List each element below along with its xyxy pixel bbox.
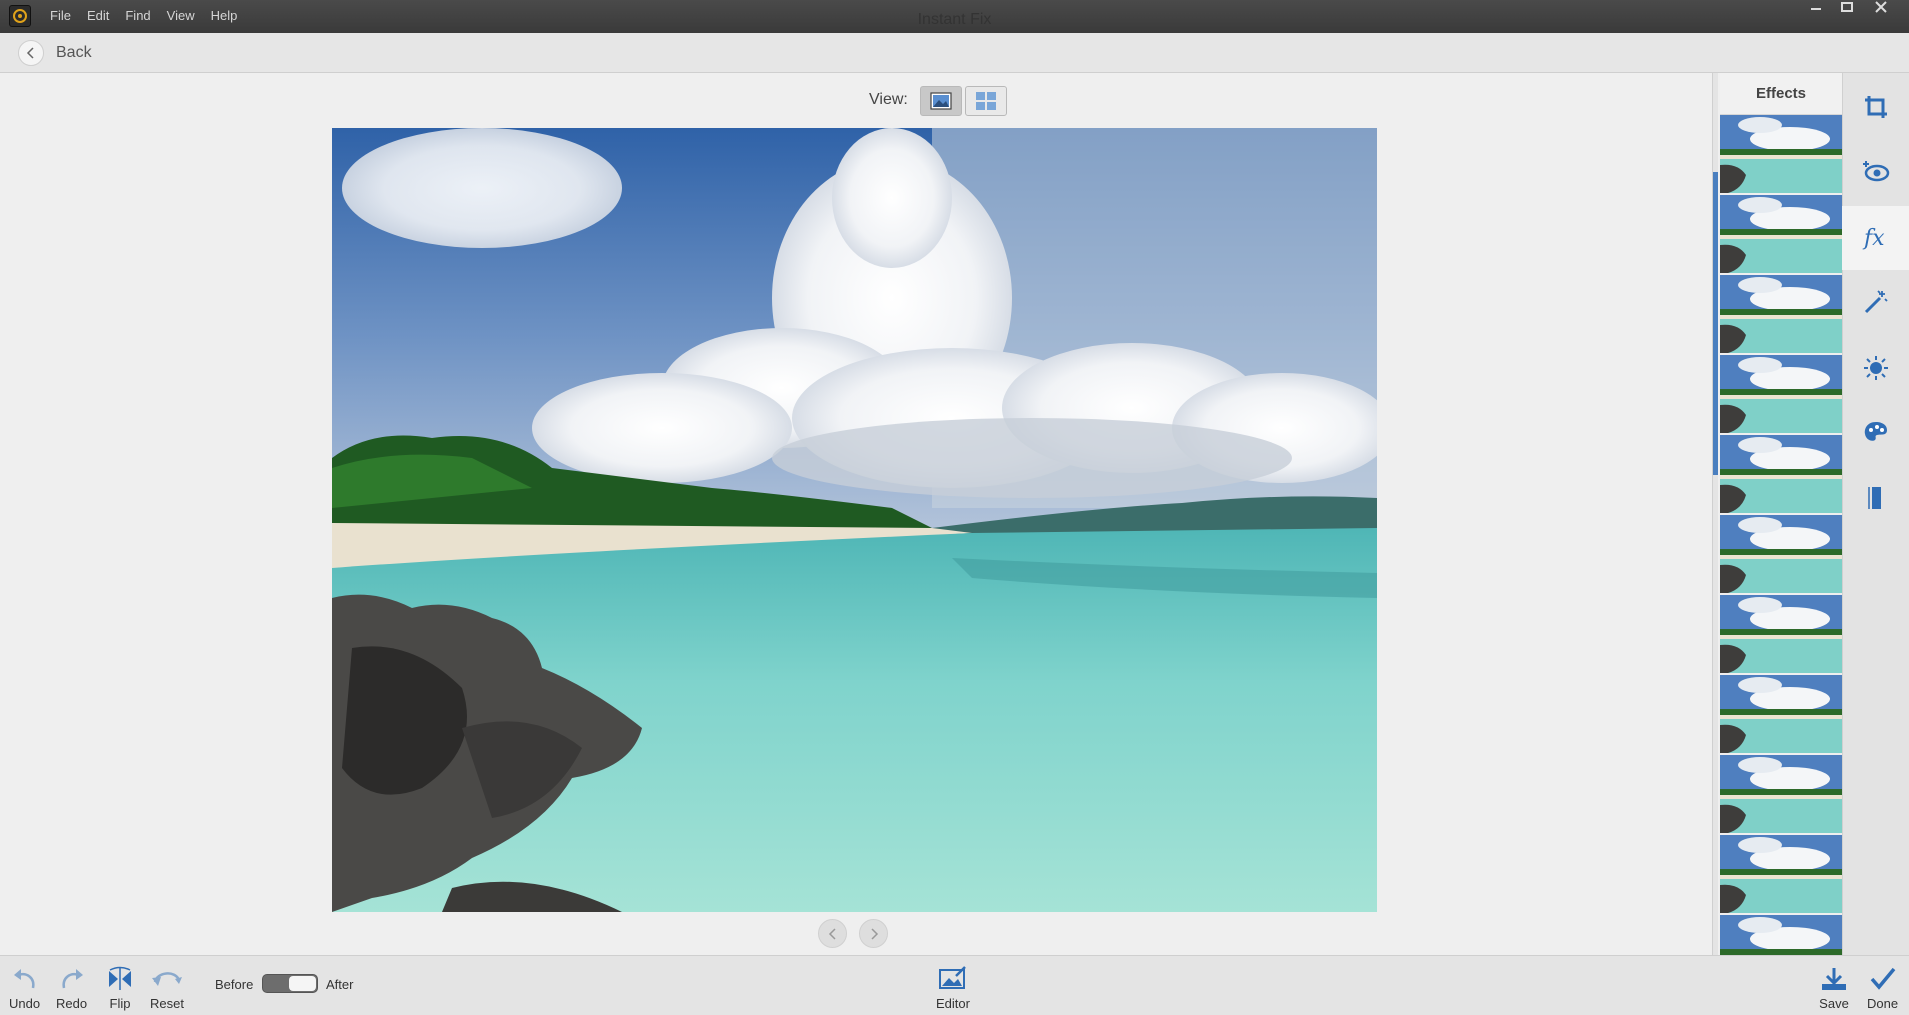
- magic-wand-icon: [1864, 290, 1888, 314]
- redo-button[interactable]: Redo: [56, 966, 87, 1011]
- previous-button[interactable]: [818, 919, 847, 948]
- color-tool-button[interactable]: [1842, 400, 1909, 464]
- chevron-right-icon: [870, 927, 878, 940]
- reset-icon: [151, 972, 182, 986]
- after-label: After: [326, 977, 354, 992]
- single-view-button[interactable]: [920, 86, 962, 116]
- fx-icon: fx: [1862, 226, 1885, 251]
- effect-thumbnail[interactable]: [1720, 835, 1842, 913]
- redo-icon: [61, 969, 83, 989]
- header-bar: [0, 33, 1909, 73]
- editor-button[interactable]: Editor: [936, 966, 970, 1011]
- undo-icon: [13, 969, 35, 989]
- red-eye-tool-button[interactable]: [1842, 139, 1909, 203]
- brightness-tool-button[interactable]: [1842, 336, 1909, 400]
- crop-tool-button[interactable]: [1842, 75, 1909, 139]
- reset-button[interactable]: Reset: [150, 966, 184, 1011]
- effect-thumbnail[interactable]: [1720, 675, 1842, 753]
- next-button[interactable]: [859, 919, 888, 948]
- editor-label: Editor: [936, 996, 970, 1011]
- grid-view-button[interactable]: [965, 86, 1007, 116]
- flip-button[interactable]: Flip: [106, 966, 134, 1011]
- undo-label: Undo: [9, 996, 41, 1011]
- effect-thumbnail[interactable]: [1720, 755, 1842, 833]
- effect-thumbnail[interactable]: [1720, 195, 1842, 273]
- flip-label: Flip: [109, 996, 131, 1011]
- image-edit-icon: [938, 966, 966, 989]
- red-eye-icon: [1862, 161, 1889, 182]
- effect-thumbnail[interactable]: [1720, 515, 1842, 593]
- svg-text:fx: fx: [1862, 226, 1885, 251]
- save-download-icon: [1822, 968, 1846, 990]
- back-button[interactable]: Back: [18, 40, 92, 66]
- checkmark-icon: [1870, 967, 1895, 990]
- effect-thumbnail[interactable]: [1720, 275, 1842, 353]
- effect-thumbnail[interactable]: [1720, 595, 1842, 673]
- effect-thumbnail[interactable]: [1720, 355, 1842, 433]
- effect-thumbnail[interactable]: [1720, 915, 1842, 955]
- effects-thumbnail-list: [1720, 115, 1842, 955]
- done-button[interactable]: Done: [1867, 966, 1898, 1011]
- done-label: Done: [1867, 996, 1899, 1011]
- crop-icon: [1864, 96, 1887, 118]
- effect-thumbnail[interactable]: [1720, 435, 1842, 513]
- effect-thumbnail[interactable]: [1720, 115, 1842, 193]
- toggle-knob: [289, 976, 316, 991]
- flip-icon: [109, 966, 131, 990]
- reset-label: Reset: [150, 996, 184, 1011]
- before-after-toggle[interactable]: [262, 974, 318, 993]
- view-label: View:: [869, 91, 908, 108]
- straighten-icon: [1867, 487, 1881, 509]
- redo-label: Redo: [56, 996, 88, 1011]
- panel-scrollbar-thumb[interactable]: [1713, 172, 1718, 475]
- before-label: Before: [215, 977, 254, 992]
- grid-icon: [976, 92, 996, 110]
- save-label: Save: [1819, 996, 1849, 1011]
- main-photo: [332, 128, 1377, 912]
- effects-panel-title: Effects: [1720, 73, 1842, 115]
- undo-button[interactable]: Undo: [9, 966, 40, 1011]
- back-label: Back: [56, 44, 92, 61]
- effects-tool-button[interactable]: fx: [1842, 206, 1909, 270]
- brightness-icon: [1863, 356, 1888, 380]
- image-icon: [930, 92, 952, 110]
- straighten-tool-button[interactable]: [1842, 466, 1909, 530]
- chevron-left-icon: [828, 927, 836, 940]
- page-title: Instant Fix: [917, 11, 992, 28]
- chevron-left-icon: [18, 40, 44, 66]
- save-button[interactable]: Save: [1819, 966, 1849, 1011]
- color-palette-icon: [1864, 422, 1887, 441]
- magic-wand-tool-button[interactable]: [1842, 270, 1909, 334]
